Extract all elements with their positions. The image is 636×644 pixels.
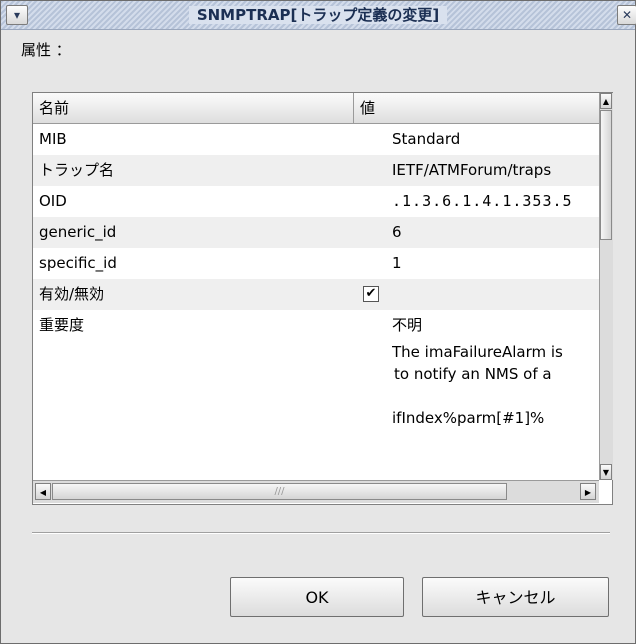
- arrow-down-icon: ▼: [602, 468, 610, 477]
- table-row[interactable]: generic_id 6: [33, 217, 599, 248]
- cancel-button[interactable]: キャンセル: [422, 577, 609, 617]
- attributes-label: 属性 ：: [21, 41, 71, 59]
- row-value: 1: [392, 254, 402, 272]
- description-value: The imaFailureAlarm is to notify an NMS …: [392, 341, 597, 429]
- row-value: Standard: [392, 130, 461, 148]
- scroll-left-button[interactable]: ◀: [35, 483, 51, 500]
- row-name: MIB: [39, 130, 67, 148]
- enabled-checkbox[interactable]: ✔: [363, 286, 379, 302]
- arrow-up-icon: ▲: [602, 97, 610, 106]
- description-line: ifIndex%parm[#1]%: [392, 409, 545, 427]
- dialog-window: ▾ SNMPTRAP[トラップ定義の変更] ✕ 属性 ： 名前 値 MIB St…: [0, 0, 636, 644]
- description-line: to notify an NMS of a: [394, 365, 552, 383]
- description-line: The imaFailureAlarm is: [392, 343, 563, 361]
- table-row[interactable]: OID .1.3.6.1.4.1.353.5: [33, 186, 599, 217]
- grip-icon: ///: [274, 486, 285, 497]
- arrow-right-icon: ▶: [584, 488, 592, 497]
- row-name: generic_id: [39, 223, 117, 241]
- row-value: 6: [392, 223, 402, 241]
- horizontal-scrollbar[interactable]: ◀ /// ▶: [33, 480, 599, 503]
- scroll-up-button[interactable]: ▲: [600, 93, 612, 109]
- scroll-right-button[interactable]: ▶: [580, 483, 596, 500]
- table-row[interactable]: 重要度 不明: [33, 310, 599, 341]
- column-header-name[interactable]: 名前: [33, 93, 354, 123]
- table-row[interactable]: 有効/無効 ✔: [33, 279, 599, 310]
- row-value: .1.3.6.1.4.1.353.5: [392, 192, 573, 210]
- table-header: 名前 値: [33, 93, 599, 124]
- row-name: 重要度: [39, 316, 85, 334]
- vertical-scrollbar[interactable]: ▲ ▼: [599, 93, 613, 480]
- scroll-down-button[interactable]: ▼: [600, 464, 612, 480]
- row-value: 不明: [392, 316, 423, 334]
- vertical-scroll-thumb[interactable]: [600, 110, 612, 240]
- row-name: OID: [39, 192, 67, 210]
- arrow-left-icon: ◀: [39, 488, 47, 497]
- row-name: 有効/無効: [39, 285, 105, 303]
- attributes-table: 名前 値 MIB Standard トラップ名 IETF/ATMForum/tr…: [32, 92, 613, 505]
- table-row[interactable]: トラップ名 IETF/ATMForum/traps: [33, 155, 599, 186]
- horizontal-scroll-thumb[interactable]: ///: [52, 483, 507, 500]
- separator: [32, 532, 610, 534]
- row-name: specific_id: [39, 254, 117, 272]
- window-title: SNMPTRAP[トラップ定義の変更]: [188, 6, 448, 24]
- title-bar[interactable]: ▾ SNMPTRAP[トラップ定義の変更] ✕: [1, 1, 636, 30]
- column-header-value[interactable]: 値: [354, 93, 599, 123]
- close-icon: ✕: [621, 8, 633, 22]
- close-button[interactable]: ✕: [617, 5, 636, 25]
- table-row[interactable]: MIB Standard: [33, 124, 599, 155]
- table-body: MIB Standard トラップ名 IETF/ATMForum/traps O…: [33, 124, 599, 480]
- row-name: トラップ名: [39, 161, 115, 179]
- table-row[interactable]: specific_id 1: [33, 248, 599, 279]
- ok-button[interactable]: OK: [230, 577, 404, 617]
- row-value: IETF/ATMForum/traps: [392, 161, 552, 179]
- description-line: [392, 385, 597, 407]
